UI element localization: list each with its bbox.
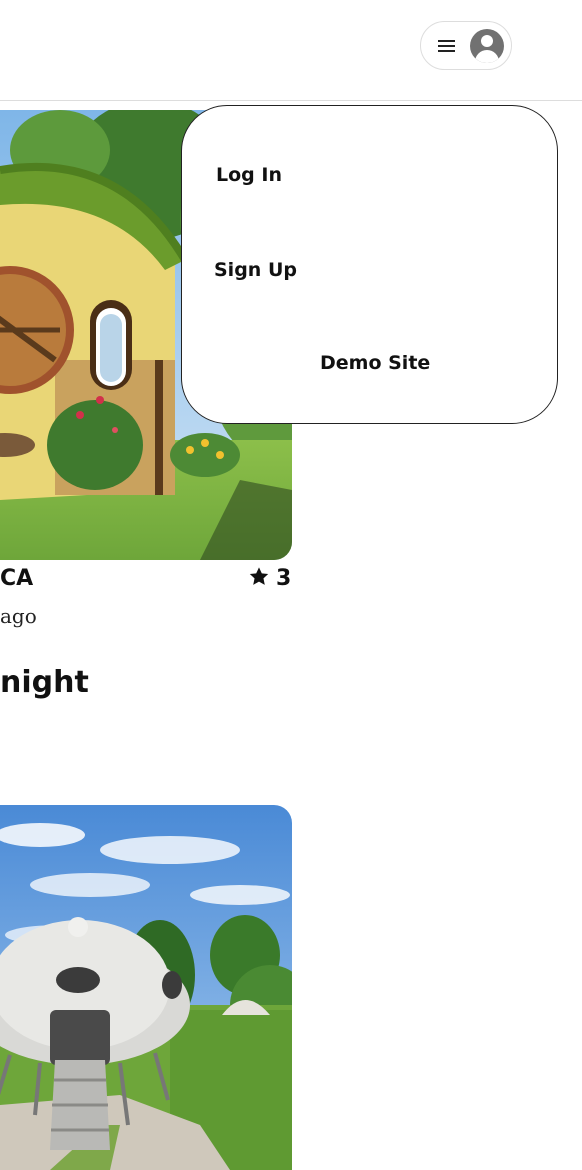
user-avatar-icon xyxy=(470,29,504,63)
signup-menu-item[interactable]: Sign Up xyxy=(214,259,297,281)
listing-rating-value: 3 xyxy=(276,566,292,591)
user-menu-dropdown: Log In Sign Up Demo Site xyxy=(181,105,558,424)
listing-rating: 3 xyxy=(248,566,291,591)
listing-image-ufo-pod[interactable] xyxy=(0,805,292,1170)
user-menu-button[interactable] xyxy=(420,21,512,70)
hamburger-menu-icon xyxy=(438,40,455,53)
listing-date: ago xyxy=(0,604,37,628)
top-header xyxy=(0,0,582,101)
star-icon xyxy=(249,567,269,585)
listing-location: CA xyxy=(0,566,34,591)
listing-price: night xyxy=(0,665,89,700)
demo-site-menu-item[interactable]: Demo Site xyxy=(320,352,430,374)
login-menu-item[interactable]: Log In xyxy=(216,164,282,186)
